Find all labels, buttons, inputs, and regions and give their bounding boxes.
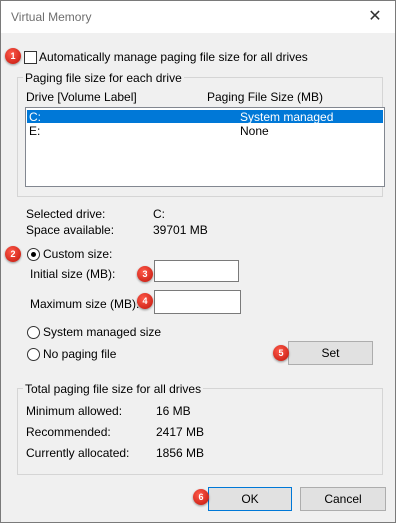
auto-manage-label[interactable]: Automatically manage paging file size fo… <box>39 50 308 64</box>
currently-allocated-value: 1856 MB <box>156 446 205 460</box>
auto-manage-checkbox[interactable] <box>24 51 37 64</box>
custom-size-label[interactable]: Custom size: <box>43 247 112 261</box>
virtual-memory-dialog: Virtual Memory ✕ Automatically manage pa… <box>0 0 396 523</box>
total-group-legend: Total paging file size for all drives <box>23 382 204 396</box>
column-header-size: Paging File Size (MB) <box>207 90 324 104</box>
drive-paging-size: None <box>240 124 269 138</box>
title-bar: Virtual Memory ✕ <box>1 1 395 33</box>
step-badge-4: 4 <box>137 293 153 309</box>
system-managed-label[interactable]: System managed size <box>43 325 161 339</box>
initial-size-label: Initial size (MB): <box>30 267 116 281</box>
minimum-allowed-value: 16 MB <box>156 404 191 418</box>
drive-paging-size: System managed <box>240 110 334 124</box>
selected-drive-label: Selected drive: <box>26 207 106 221</box>
step-badge-5: 5 <box>273 345 289 361</box>
drive-row-e[interactable]: E: None <box>27 124 383 138</box>
recommended-label: Recommended: <box>26 425 111 439</box>
maximum-size-label: Maximum size (MB): <box>30 297 140 311</box>
no-paging-file-radio[interactable] <box>27 348 40 361</box>
close-icon[interactable]: ✕ <box>361 5 389 29</box>
drive-letter: E: <box>29 124 41 138</box>
drive-list[interactable]: C: System managed E: None <box>25 107 385 187</box>
window-title: Virtual Memory <box>11 10 92 24</box>
recommended-value: 2417 MB <box>156 425 205 439</box>
currently-allocated-label: Currently allocated: <box>26 446 130 460</box>
set-button[interactable]: Set <box>288 341 373 365</box>
column-header-drive: Drive [Volume Label] <box>26 90 137 104</box>
selected-drive-value: C: <box>153 207 165 221</box>
minimum-allowed-label: Minimum allowed: <box>26 404 123 418</box>
step-badge-6: 6 <box>193 489 209 505</box>
cancel-button[interactable]: Cancel <box>300 487 386 511</box>
initial-size-input[interactable] <box>154 260 239 282</box>
space-available-value: 39701 MB <box>153 223 208 237</box>
step-badge-1: 1 <box>5 48 21 64</box>
ok-button[interactable]: OK <box>208 487 292 511</box>
maximum-size-input[interactable] <box>154 290 241 314</box>
step-badge-2: 2 <box>5 246 21 262</box>
custom-size-radio[interactable] <box>27 248 40 261</box>
system-managed-radio[interactable] <box>27 326 40 339</box>
space-available-label: Space available: <box>26 223 115 237</box>
no-paging-file-label[interactable]: No paging file <box>43 347 116 361</box>
drive-row-c[interactable]: C: System managed <box>27 110 383 124</box>
drives-group-legend: Paging file size for each drive <box>23 71 184 85</box>
drive-letter: C: <box>29 110 41 124</box>
step-badge-3: 3 <box>137 266 153 282</box>
